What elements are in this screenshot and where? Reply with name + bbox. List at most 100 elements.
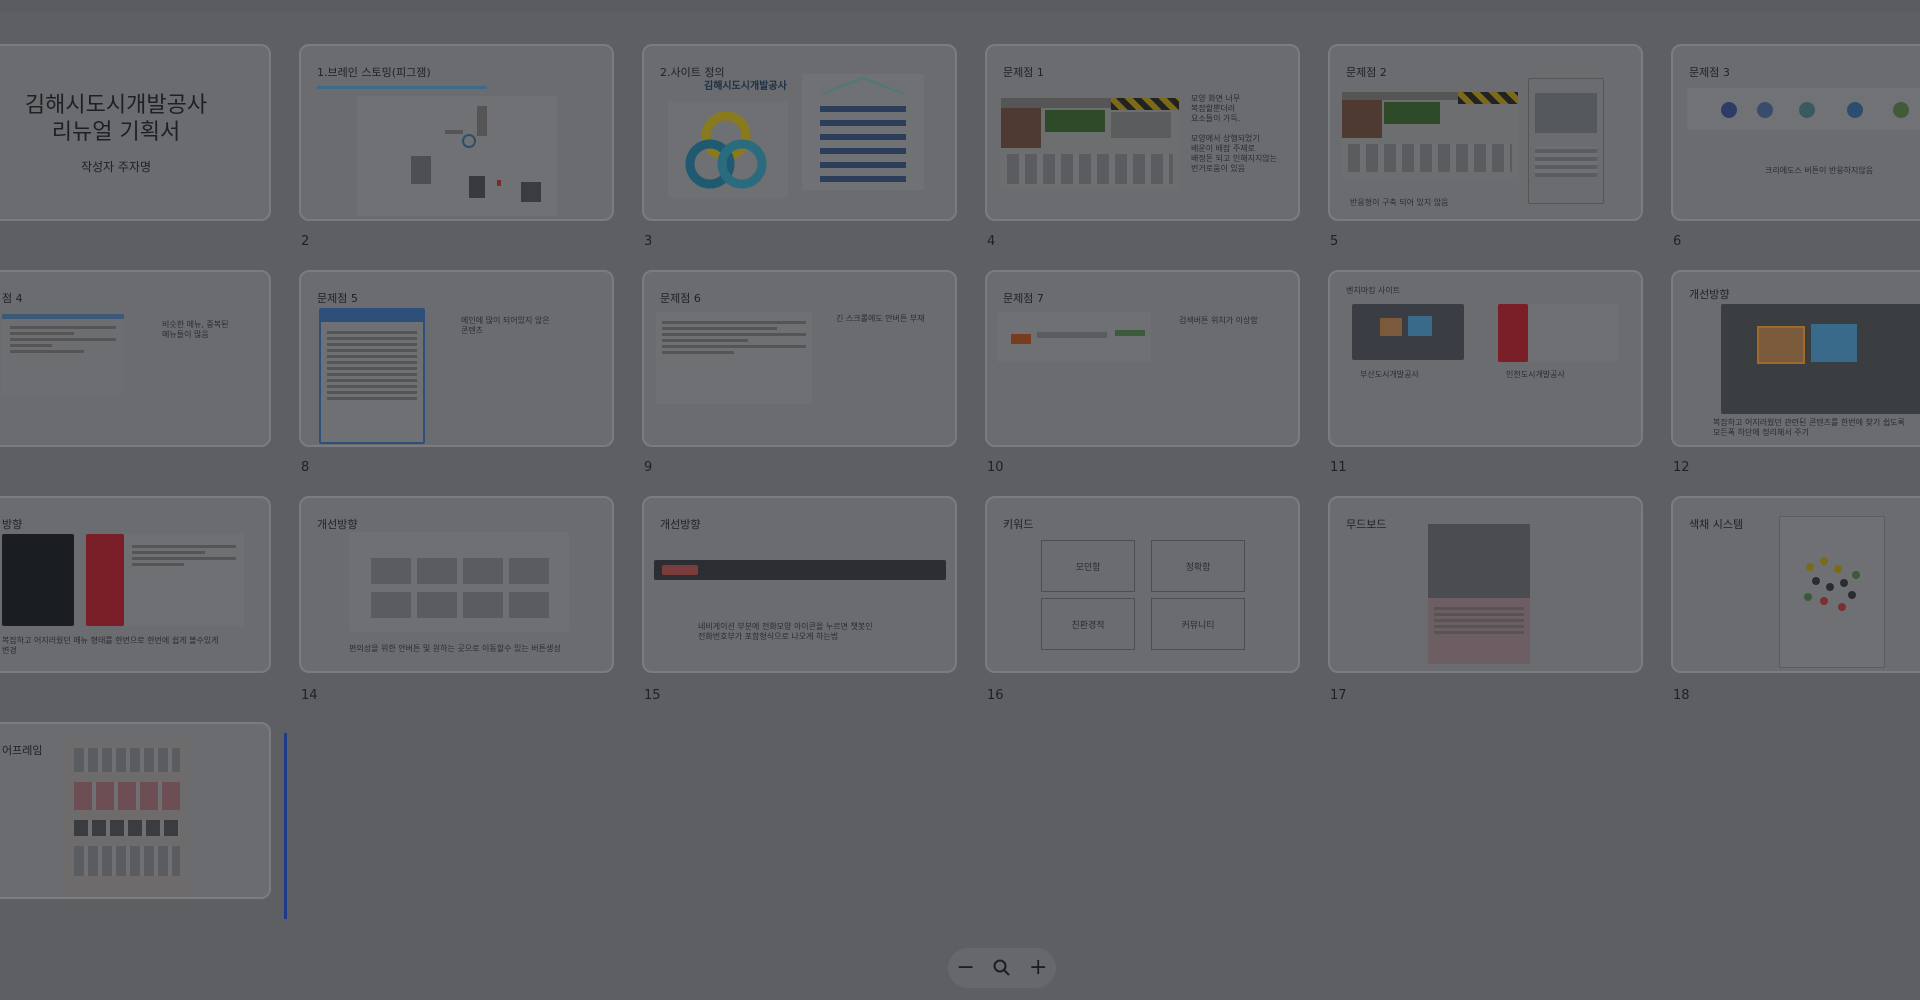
slide-number: 2 xyxy=(301,234,310,249)
screenshot-image xyxy=(124,534,244,626)
slide-title: 문제점 1 xyxy=(1003,66,1044,79)
slide-caption: 복잡하고 어지러웠던 관련된 콘텐츠를 한번에 찾기 쉽도록 모든폭 하단에 정… xyxy=(1713,418,1905,437)
slide-thumbnail-9[interactable]: 문제점 6 긴 스크롤에도 안버튼 부재 xyxy=(642,270,957,447)
mobile-screenshot xyxy=(1528,78,1604,204)
slide-number: 11 xyxy=(1330,460,1347,475)
slide-title: 개선방향 xyxy=(660,518,701,531)
slide-thumbnail-6[interactable]: 문제점 3 크리에도스 버튼이 반응하지않음 xyxy=(1671,44,1920,221)
slide-number: 15 xyxy=(644,688,661,703)
slide-title: 개선방향 xyxy=(317,518,358,531)
slide-title: 어프레임 xyxy=(2,744,43,757)
slide-thumbnail-11[interactable]: 벤치마킹 사이트 부산도시개발공사 인천도시개발공사 xyxy=(1328,270,1643,447)
mindmap-icon xyxy=(411,106,541,202)
screenshot-image xyxy=(656,312,812,404)
slide-thumbnail-2[interactable]: 1.브레인 스토밍(피그잼) xyxy=(299,44,614,221)
zoom-control: − + xyxy=(948,948,1056,988)
logos-icon xyxy=(1721,102,1909,118)
slide-number: 6 xyxy=(1673,234,1682,249)
slide-caption: 복잡하고 어지러웠던 메뉴 형태를 한번으로 한번에 쉽게 볼수있게 변경 xyxy=(2,636,219,655)
slide-title: 방향 xyxy=(2,518,23,531)
figjam-board xyxy=(357,96,557,216)
wireframe-image xyxy=(64,738,190,897)
slide-number: 3 xyxy=(644,234,653,249)
author-text: 작성자 주자명 xyxy=(80,160,152,174)
keyword-box: 친환경적 xyxy=(1041,598,1135,650)
zoom-out-button[interactable]: − xyxy=(957,957,975,979)
venn-diagram-icon xyxy=(668,102,788,198)
slide-number: 4 xyxy=(987,234,996,249)
slide-number: 8 xyxy=(301,460,310,475)
slide-number: 18 xyxy=(1673,688,1690,703)
red-sidebar-image xyxy=(1498,304,1528,362)
slide-thumbnail-8[interactable]: 문제점 5 메인에 많이 되어있지 않은 콘텐츠 xyxy=(299,270,614,447)
slide-number: 17 xyxy=(1330,688,1347,703)
slide-grid: 김해시도시개발공사 리뉴얼 기획서 작성자 주자명 1.브레인 스토밍(피그잼)… xyxy=(0,0,1920,1000)
slide-number: 12 xyxy=(1673,460,1690,475)
slide-caption: 비슷한 메뉴, 중복된 메뉴들이 많음 xyxy=(162,320,229,339)
slide-title: 개선방향 xyxy=(1689,288,1730,301)
house-icon xyxy=(820,76,906,182)
screenshot-image xyxy=(1528,304,1618,362)
slide-thumbnail-5[interactable]: 문제점 2 반응형이 구축 되어 있지 않음 xyxy=(1328,44,1643,221)
slide-caption: 메인에 많이 되어있지 않은 콘텐츠 xyxy=(461,316,550,335)
slide-thumbnail-4[interactable]: 문제점 1 모양 화면 너무 복잡할뿐더러 요소들이 가득. 모양에서 상행되었… xyxy=(985,44,1300,221)
insertion-cursor xyxy=(284,733,287,919)
color-system-image xyxy=(1779,516,1885,668)
slide-title: 점 4 xyxy=(2,292,23,305)
screenshot-image xyxy=(1342,92,1518,178)
screenshot-image xyxy=(997,312,1151,362)
red-menu-image xyxy=(86,534,124,626)
slide-thumbnail-18[interactable]: 색채 시스템 xyxy=(1671,496,1920,673)
slide-thumbnail-10[interactable]: 문제점 7 검색버튼 위치가 이상함 xyxy=(985,270,1300,447)
screenshot-image xyxy=(349,532,569,632)
zoom-icon[interactable] xyxy=(992,958,1012,978)
slide-caption-left: 부산도시개발공사 xyxy=(1360,370,1419,379)
zoom-in-button[interactable]: + xyxy=(1029,957,1047,979)
keyword-box: 정확함 xyxy=(1151,540,1245,592)
keyword-box: 모던함 xyxy=(1041,540,1135,592)
figjam-header xyxy=(317,86,487,89)
slide-title: 문제점 5 xyxy=(317,292,358,305)
screenshot-image xyxy=(1001,98,1179,190)
slide-caption: 모양 화면 너무 복잡할뿐더러 요소들이 가득. 모양에서 상행되었기 배운이 … xyxy=(1191,94,1278,173)
slide-title: 색채 시스템 xyxy=(1689,518,1744,531)
slide-thumbnail-17[interactable]: 무드보드 xyxy=(1328,496,1643,673)
main-title: 김해시도시개발공사 리뉴얼 기획서 xyxy=(24,93,208,145)
slide-thumbnail-13[interactable]: 방향 복잡하고 어지러웠던 메뉴 형태를 한번으로 한번에 쉽게 볼수있게 변경 xyxy=(0,496,271,673)
slide-thumbnail-15[interactable]: 개선방향 네비게이션 부분에 전화모양 아이콘을 누르면 챗봇인 전화번호부가 … xyxy=(642,496,957,673)
slide-title: 문제점 7 xyxy=(1003,292,1044,305)
slide-caption: 검색버튼 위치가 이상함 xyxy=(1179,316,1258,325)
slide-title: 1.브레인 스토밍(피그잼) xyxy=(317,66,431,79)
slide-thumbnail-12[interactable]: 개선방향 복잡하고 어지러웠던 관련된 콘텐츠를 한번에 찾기 쉽도록 모든폭 … xyxy=(1671,270,1920,447)
slide-title: 문제점 3 xyxy=(1689,66,1730,79)
navigation-screenshot xyxy=(654,560,946,580)
slide-thumbnail-7[interactable]: 점 4 비슷한 메뉴, 중복된 메뉴들이 많음 xyxy=(0,270,271,447)
slide-title: 키워드 xyxy=(1003,518,1034,531)
screenshot-image xyxy=(1352,304,1464,360)
moodboard-image xyxy=(1428,524,1530,664)
slide-number: 9 xyxy=(644,460,653,475)
slide-number: 16 xyxy=(987,688,1004,703)
dark-screenshot xyxy=(2,534,74,626)
slide-title: 문제점 6 xyxy=(660,292,701,305)
screenshot-image xyxy=(1721,304,1920,414)
slide-thumbnail-1[interactable]: 김해시도시개발공사 리뉴얼 기획서 작성자 주자명 xyxy=(0,44,271,221)
slide-title: 2.사이트 정의 xyxy=(660,66,725,79)
house-diagram xyxy=(802,74,924,190)
slide-top-label: 벤치마킹 사이트 xyxy=(1346,286,1401,295)
slide-thumbnail-3[interactable]: 2.사이트 정의 김해시도시개발공사 xyxy=(642,44,957,221)
slide-title: 무드보드 xyxy=(1346,518,1387,531)
slide-thumbnail-16[interactable]: 키워드 모던함 정확함 친환경적 커뮤니티 xyxy=(985,496,1300,673)
slide-caption: 편의성을 위한 안버튼 및 원하는 곳으로 이동할수 있는 버튼생성 xyxy=(349,644,561,653)
logo-text: 김해시도시개발공사 xyxy=(704,81,787,92)
logo-strip xyxy=(1687,88,1920,130)
slide-number: 14 xyxy=(301,688,318,703)
slide-caption: 네비게이션 부분에 전화모양 아이콘을 누르면 챗봇인 전화번호부가 포함형식으… xyxy=(698,622,873,641)
slide-caption-right: 인천도시개발공사 xyxy=(1506,370,1565,379)
screenshot-image xyxy=(2,314,124,394)
screenshot-image xyxy=(319,308,425,444)
color-swatches-icon xyxy=(1804,557,1860,611)
slide-thumbnail-19[interactable]: 어프레임 xyxy=(0,722,271,899)
slide-thumbnail-14[interactable]: 개선방향 편의성을 위한 안버튼 및 원하는 곳으로 이동할수 있는 버튼생성 xyxy=(299,496,614,673)
slide-number: 10 xyxy=(987,460,1004,475)
